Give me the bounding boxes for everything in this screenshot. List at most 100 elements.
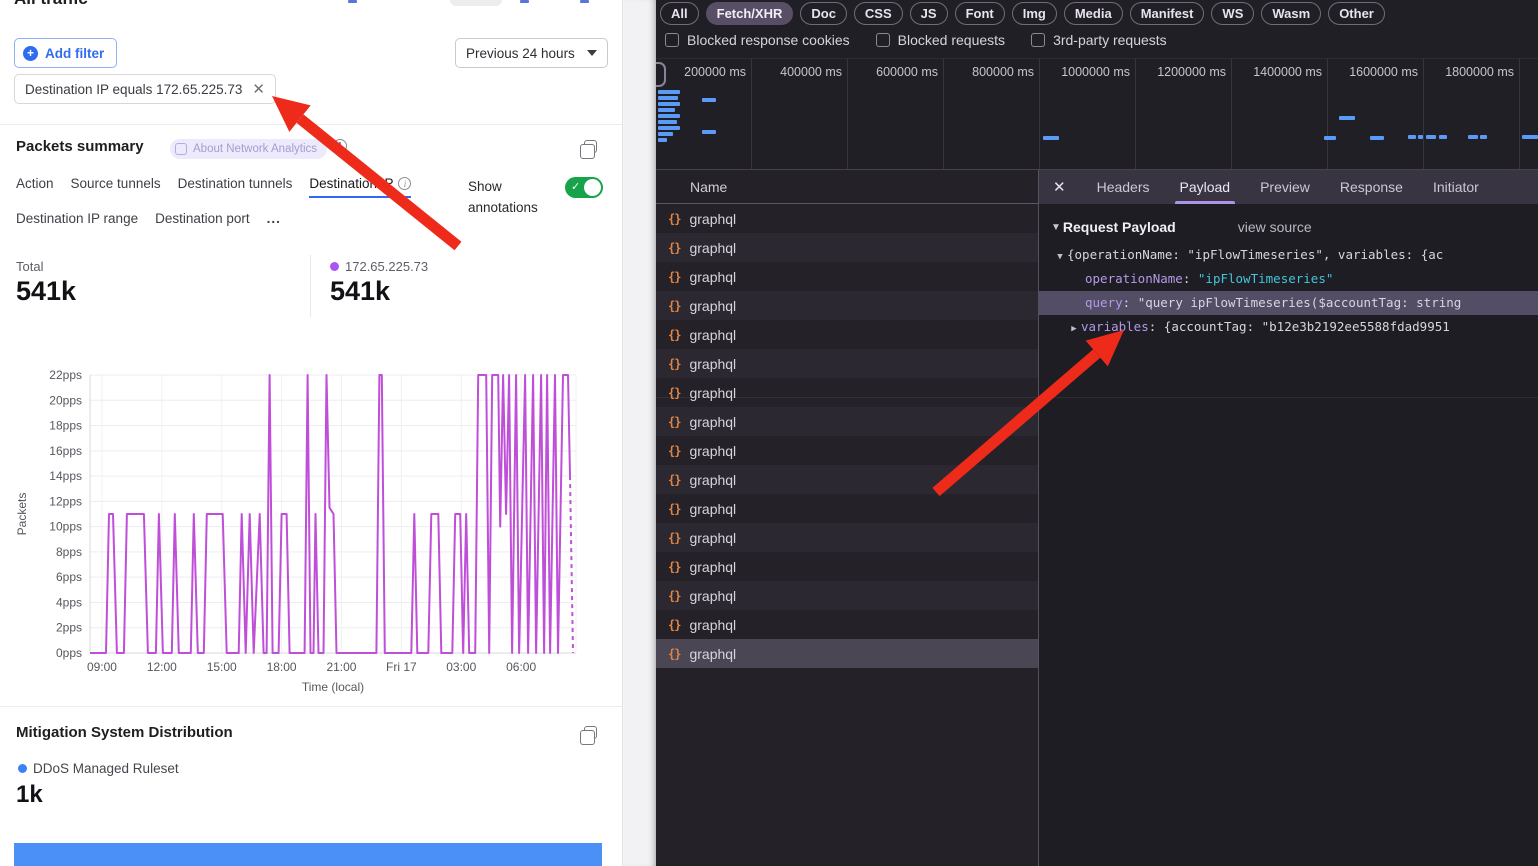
tab-destination-port[interactable]: Destination port bbox=[155, 211, 250, 233]
request-name: graphql bbox=[689, 501, 736, 517]
network-request-row[interactable]: {}graphql bbox=[656, 436, 1038, 465]
payload-line[interactable]: operationName: "ipFlowTimeseries" bbox=[1039, 267, 1538, 291]
request-timing-mark bbox=[658, 138, 667, 142]
show-annotations-toggle[interactable]: ✓ bbox=[565, 177, 603, 198]
timeline-tick-label: 1200000 ms bbox=[1157, 65, 1226, 79]
expand-panel-icon[interactable] bbox=[584, 140, 597, 153]
plus-icon: + bbox=[23, 46, 38, 61]
expand-panel-icon[interactable] bbox=[584, 726, 597, 739]
detail-tab-initiator[interactable]: Initiator bbox=[1418, 170, 1494, 204]
network-request-row[interactable]: {}graphql bbox=[656, 233, 1038, 262]
filter-pill-wasm[interactable]: Wasm bbox=[1261, 2, 1321, 25]
request-timing-mark bbox=[702, 130, 716, 134]
network-request-row[interactable]: {}graphql bbox=[656, 204, 1038, 233]
expanded-arrow-icon[interactable]: ▼ bbox=[1053, 245, 1067, 267]
name-column-header[interactable]: Name bbox=[656, 170, 1038, 204]
clipped-toolbar-fragment bbox=[520, 0, 529, 3]
filter-pill-css[interactable]: CSS bbox=[854, 2, 903, 25]
stat-total-value: 541k bbox=[16, 276, 76, 307]
network-filter-checkboxes: Blocked response cookies Blocked requests… bbox=[665, 32, 1167, 48]
tab-destination-ip-range[interactable]: Destination IP range bbox=[16, 211, 138, 233]
network-request-row[interactable]: {} graphql bbox=[656, 494, 1038, 523]
about-network-analytics-badge[interactable]: About Network Analytics bbox=[170, 139, 327, 159]
view-source-link[interactable]: view source bbox=[1238, 219, 1312, 235]
network-timeline-overview[interactable]: 200000 ms400000 ms600000 ms800000 ms1000… bbox=[656, 58, 1538, 170]
toggle-knob bbox=[584, 179, 601, 196]
filter-pill-js[interactable]: JS bbox=[910, 2, 948, 25]
collapsed-arrow-icon[interactable]: ▶ bbox=[1067, 317, 1081, 339]
filter-pill-doc[interactable]: Doc bbox=[800, 2, 847, 25]
timeline-tick-label: 200000 ms bbox=[684, 65, 746, 79]
svg-text:18pps: 18pps bbox=[49, 419, 82, 433]
page-title: All traffic bbox=[14, 0, 88, 9]
request-name: graphql bbox=[689, 472, 736, 488]
tab-action[interactable]: Action bbox=[16, 176, 54, 198]
close-icon[interactable]: ✕ bbox=[1053, 178, 1066, 196]
clipped-toolbar-fragment bbox=[348, 0, 357, 3]
network-request-row[interactable]: {}graphql bbox=[656, 552, 1038, 581]
filter-pill-font[interactable]: Font bbox=[955, 2, 1005, 25]
remove-filter-icon[interactable]: ✕ bbox=[252, 80, 265, 98]
detail-tab-headers[interactable]: Headers bbox=[1082, 170, 1165, 204]
request-timing-mark bbox=[658, 120, 677, 124]
network-request-row[interactable]: {}graphql bbox=[656, 610, 1038, 639]
stat-ip-value: 541k bbox=[330, 276, 390, 307]
request-name: graphql bbox=[689, 298, 736, 314]
request-name: graphql bbox=[689, 269, 736, 285]
timeline-column: 800000 ms bbox=[944, 59, 1040, 170]
request-payload-title: Request Payload bbox=[1063, 219, 1176, 235]
checkbox-blocked-response-cookies[interactable]: Blocked response cookies bbox=[665, 32, 850, 48]
collapse-arrow-icon[interactable]: ▼ bbox=[1051, 222, 1061, 233]
request-timing-mark bbox=[658, 132, 673, 136]
line-chart-svg: 0pps2pps4pps6pps8pps10pps12pps14pps16pps… bbox=[6, 366, 616, 696]
payload-line[interactable]: query: "query ipFlowTimeseries($accountT… bbox=[1039, 291, 1538, 315]
network-request-row[interactable]: {}graphql bbox=[656, 407, 1038, 436]
filter-pill-manifest[interactable]: Manifest bbox=[1130, 2, 1205, 25]
filter-chip-label: Destination IP equals 172.65.225.73 bbox=[25, 82, 242, 97]
network-request-row[interactable]: {}graphql bbox=[656, 349, 1038, 378]
tab-destination-tunnels[interactable]: Destination tunnels bbox=[178, 176, 293, 198]
more-tabs-button[interactable]: ... bbox=[267, 211, 281, 233]
checkbox-blocked-requests[interactable]: Blocked requests bbox=[876, 32, 1005, 48]
filter-pill-ws[interactable]: WS bbox=[1211, 2, 1254, 25]
network-request-row[interactable]: {}graphql bbox=[656, 320, 1038, 349]
clipped-toolbar-fragment bbox=[580, 0, 589, 3]
clock-icon bbox=[333, 139, 347, 153]
request-timing-mark bbox=[1324, 136, 1336, 140]
checkbox-3rd-party-requests[interactable]: 3rd-party requests bbox=[1031, 32, 1167, 48]
filter-pill-fetch-xhr[interactable]: Fetch/XHR bbox=[706, 2, 794, 25]
network-request-row[interactable]: {}graphql bbox=[656, 291, 1038, 320]
payload-tree: ▼{operationName: "ipFlowTimeseries", var… bbox=[1039, 243, 1538, 339]
request-name: graphql bbox=[689, 646, 736, 662]
json-braces-icon: {} bbox=[668, 415, 680, 429]
detail-tab-response[interactable]: Response bbox=[1325, 170, 1418, 204]
filter-pill-other[interactable]: Other bbox=[1328, 2, 1385, 25]
filter-chip[interactable]: Destination IP equals 172.65.225.73 ✕ bbox=[14, 74, 276, 104]
network-request-row[interactable]: {}graphql bbox=[656, 581, 1038, 610]
filter-pill-all[interactable]: All bbox=[660, 2, 699, 25]
detail-tab-preview[interactable]: Preview bbox=[1245, 170, 1325, 204]
network-request-row[interactable]: {}graphql bbox=[656, 262, 1038, 291]
request-timing-mark bbox=[1408, 135, 1416, 139]
timeline-tick-label: 1600000 ms bbox=[1349, 65, 1418, 79]
add-filter-button[interactable]: + Add filter bbox=[14, 38, 117, 68]
payload-line[interactable]: ▶variables: {accountTag: "b12e3b2192ee55… bbox=[1039, 315, 1538, 339]
payload-line[interactable]: ▼{operationName: "ipFlowTimeseries", var… bbox=[1039, 243, 1538, 267]
time-range-dropdown[interactable]: Previous 24 hours bbox=[455, 38, 608, 68]
tab-source-tunnels[interactable]: Source tunnels bbox=[71, 176, 161, 198]
timeline-tick-label: 400000 ms bbox=[780, 65, 842, 79]
request-name: graphql bbox=[689, 559, 736, 575]
filter-pill-img[interactable]: Img bbox=[1012, 2, 1057, 25]
json-braces-icon: {} bbox=[668, 502, 680, 516]
network-request-row[interactable]: {}graphql bbox=[656, 465, 1038, 494]
detail-tab-payload[interactable]: Payload bbox=[1165, 170, 1246, 204]
svg-text:09:00: 09:00 bbox=[87, 660, 117, 674]
tab-destination-ip[interactable]: Destination IPi bbox=[309, 176, 411, 198]
devtools-panel: All Fetch/XHR Doc CSS JS Font Img Media Manifest… bbox=[656, 0, 1538, 866]
filter-pill-media[interactable]: Media bbox=[1064, 2, 1123, 25]
network-request-row[interactable]: {}graphql bbox=[656, 378, 1038, 407]
network-request-row[interactable]: {}graphql bbox=[656, 523, 1038, 552]
network-request-row[interactable]: {}graphql bbox=[656, 639, 1038, 668]
timeline-column: 1000000 ms bbox=[1040, 59, 1136, 170]
time-range-value: Previous 24 hours bbox=[466, 46, 575, 61]
